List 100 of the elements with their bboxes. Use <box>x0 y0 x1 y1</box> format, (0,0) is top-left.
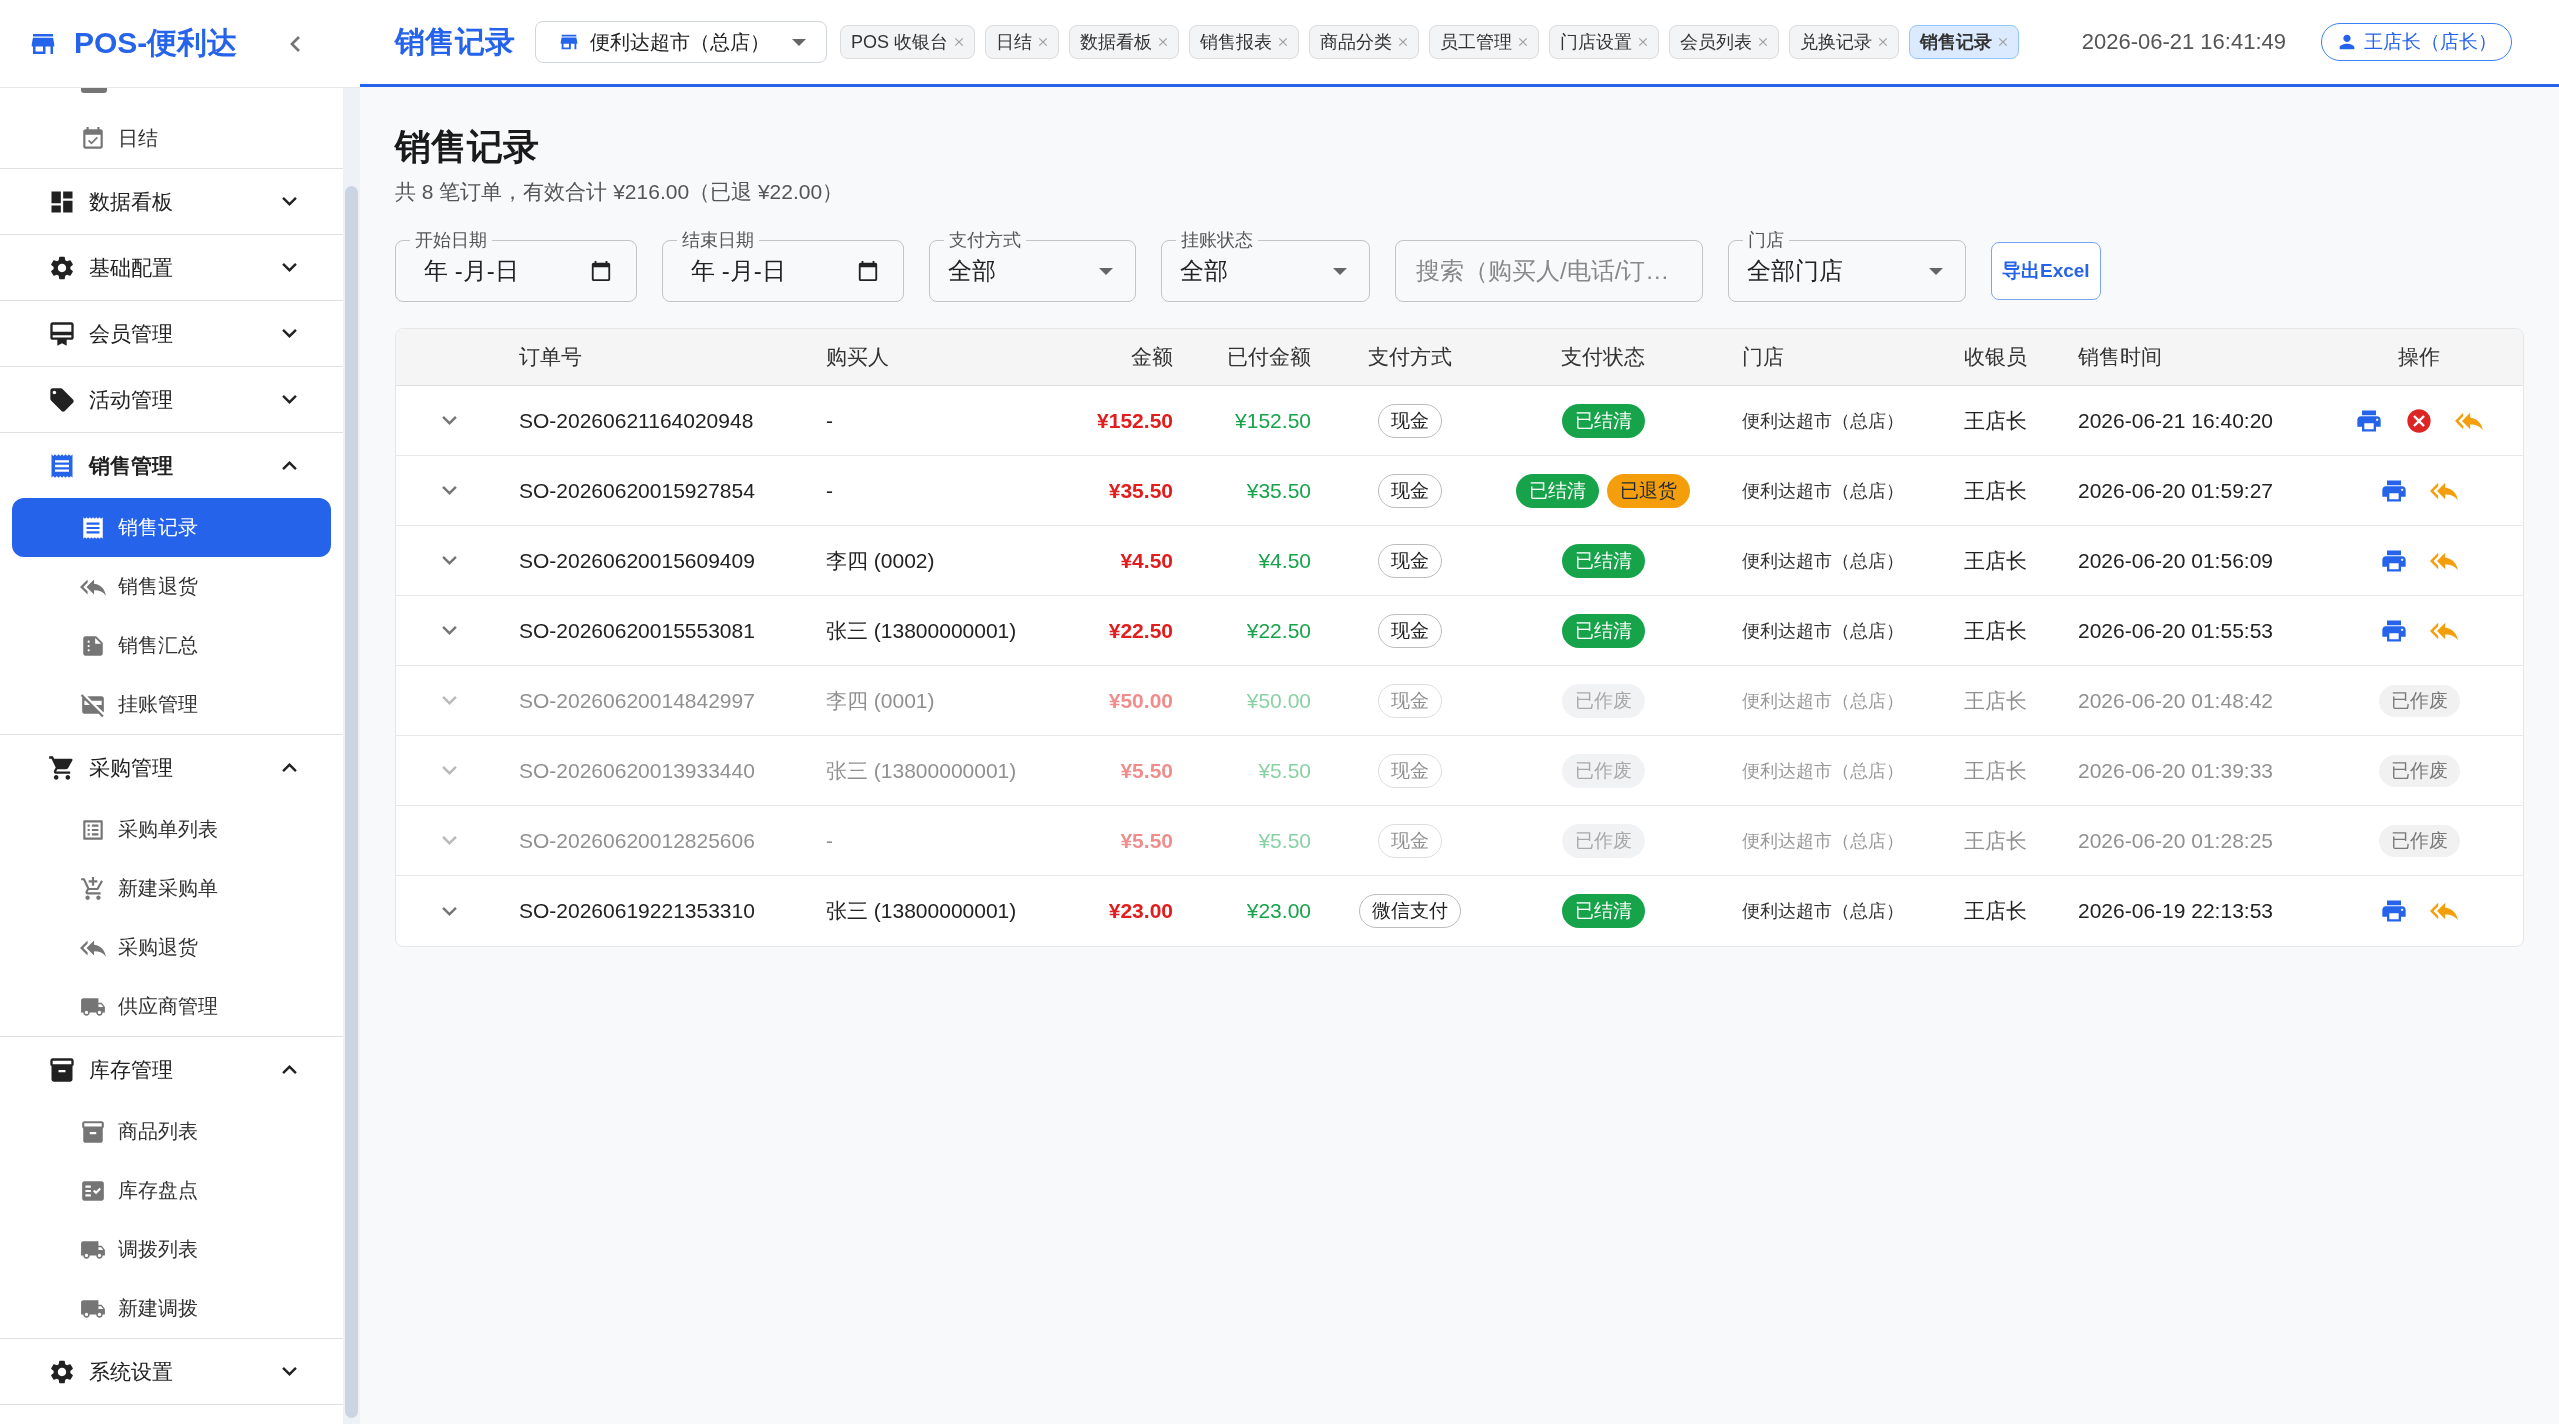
table-cell-text: 2026-06-20 01:56:09 <box>2077 548 2274 573</box>
sidebar-item[interactable]: 销售退货 <box>0 557 343 616</box>
table-cell-text: - <box>825 828 834 853</box>
table-cell-text: SO-20260621164020948 <box>518 408 755 433</box>
table-cell-text: 2026-06-20 01:28:25 <box>2077 828 2274 853</box>
chevron-down-icon[interactable] <box>282 263 297 272</box>
table-cell-text: 张三 (13800000001) <box>825 898 1018 924</box>
table-cell-text: 便利达超市（总店） <box>1741 409 1905 433</box>
column-header: 金额 <box>1130 344 1174 370</box>
chevron-down-icon[interactable] <box>282 395 297 404</box>
table-cell-text: 李四 (0001) <box>825 687 936 714</box>
sidebar-item[interactable]: 商品列表 <box>0 1102 343 1161</box>
sidebar-group[interactable]: 数据看板 <box>0 169 343 234</box>
calendar-icon <box>857 260 879 282</box>
scrollbar-thumb[interactable] <box>345 186 358 1418</box>
table-cell-text: - <box>825 408 834 433</box>
tab[interactable]: 销售记录 <box>1909 25 2019 59</box>
sidebar-group[interactable]: 库存管理 <box>0 1037 343 1102</box>
close-icon[interactable] <box>952 35 966 49</box>
close-icon[interactable] <box>1636 35 1650 49</box>
sidebar-item[interactable]: 销售记录 <box>12 498 331 557</box>
chevron-left-icon[interactable] <box>290 35 300 52</box>
sidebar-item[interactable]: 挂账管理 <box>0 675 343 734</box>
table-cell-text: 便利达超市（总店） <box>1741 829 1905 853</box>
status-badge: 已作废 <box>1561 753 1645 788</box>
close-icon[interactable] <box>1156 35 1170 49</box>
table-cell-text: SO-20260620012825606 <box>518 828 756 853</box>
close-icon[interactable] <box>1516 35 1530 49</box>
table-cell-text: ¥5.50 <box>1257 828 1312 853</box>
card-off-icon <box>80 691 106 718</box>
page-heading: 销售记录 <box>395 23 515 60</box>
column-header: 购买人 <box>825 344 890 370</box>
sidebar-group[interactable]: 活动管理 <box>0 367 343 432</box>
table-cell-text: ¥23.00 <box>1107 899 1174 923</box>
calendar-icon <box>590 260 612 282</box>
caret-icon <box>1929 267 1943 275</box>
close-icon[interactable] <box>1396 35 1410 49</box>
chevron-down-icon[interactable] <box>282 197 297 206</box>
sidebar-group[interactable]: 采购管理 <box>0 735 343 800</box>
close-icon[interactable] <box>1876 35 1890 49</box>
table-cell-text: - <box>825 478 834 503</box>
table-cell-text: ¥35.50 <box>1107 478 1174 503</box>
store-select[interactable]: 便利达超市（总店） <box>535 21 827 63</box>
archive-box-icon <box>80 1118 106 1145</box>
close-icon[interactable] <box>1756 35 1770 49</box>
chevron-up-icon[interactable] <box>282 763 297 772</box>
tab[interactable]: POS 收银台 <box>840 25 975 59</box>
sidebar-item[interactable]: 采购单列表 <box>0 800 343 859</box>
caret-icon <box>792 38 806 46</box>
table-cell-text: 便利达超市（总店） <box>1741 689 1905 713</box>
tab[interactable]: 会员列表 <box>1669 25 1779 59</box>
datetime: 2026-06-21 16:41:49 <box>2081 29 2286 55</box>
tab[interactable]: 门店设置 <box>1549 25 1659 59</box>
status-badge: 已结清 <box>1561 403 1645 438</box>
sidebar-group[interactable]: 销售管理 <box>0 433 343 498</box>
table-cell-text: 张三 (13800000001) <box>825 757 1018 784</box>
sidebar-group[interactable]: 会员管理 <box>0 301 343 366</box>
cancel-icon[interactable] <box>2405 406 2433 435</box>
tab[interactable]: 数据看板 <box>1069 25 1179 59</box>
chevron-down-icon[interactable] <box>282 1367 297 1376</box>
sidebar-group[interactable]: 系统设置 <box>0 1339 343 1404</box>
status-badge: 已结清 <box>1561 894 1645 928</box>
tab[interactable]: 员工管理 <box>1429 25 1539 59</box>
caret-icon <box>1099 267 1113 275</box>
table-cell-text: 2026-06-20 01:39:33 <box>2077 758 2274 783</box>
close-icon[interactable] <box>1276 35 1290 49</box>
sidebar-item[interactable]: 采购退货 <box>0 918 343 977</box>
sidebar-item[interactable]: 新建采购单 <box>0 859 343 918</box>
chevron-up-icon[interactable] <box>282 1065 297 1074</box>
search-field[interactable]: 搜索（购买人/电话/订… <box>1395 240 1703 302</box>
table-cell-text: 2026-06-20 01:59:27 <box>2077 478 2274 503</box>
close-icon[interactable] <box>1036 35 1050 49</box>
field-label: 支付方式 <box>944 229 1026 251</box>
tab[interactable]: 兑换记录 <box>1789 25 1899 59</box>
sidebar-item[interactable]: 销售汇总 <box>0 616 343 675</box>
table-cell-text: 张三 (13800000001) <box>825 617 1018 644</box>
table-cell-text: ¥50.00 <box>1107 688 1174 713</box>
table-cell-text: 便利达超市（总店） <box>1741 619 1905 643</box>
table-cell-text: 便利达超市（总店） <box>1741 549 1905 573</box>
chevron-down-icon[interactable] <box>282 329 297 338</box>
table-cell-text: 王店长 <box>1963 898 2028 924</box>
tab[interactable]: 销售报表 <box>1189 25 1299 59</box>
sidebar-item[interactable]: 新建调拨 <box>0 1279 343 1338</box>
sidebar-group[interactable]: 基础配置 <box>0 235 343 300</box>
status-badge: 已作废 <box>1561 683 1645 718</box>
sidebar-item[interactable]: 库存盘点 <box>0 1161 343 1220</box>
sidebar-item[interactable]: 供应商管理 <box>0 977 343 1036</box>
export-button[interactable]: 导出Excel <box>1991 242 2101 300</box>
table-cell-text: 2026-06-20 01:55:53 <box>2077 618 2274 643</box>
tab[interactable]: 日结 <box>985 25 1059 59</box>
table-cell-text: SO-20260620015927854 <box>518 478 756 503</box>
column-header: 收银员 <box>1963 344 2028 370</box>
sidebar-item[interactable]: 调拨列表 <box>0 1220 343 1279</box>
field-label: 开始日期 <box>410 229 492 251</box>
tab[interactable]: 商品分类 <box>1309 25 1419 59</box>
chevron-up-icon[interactable] <box>282 461 297 470</box>
table-cell-text: SO-20260620015553081 <box>518 618 756 643</box>
sidebar-item[interactable]: 日结 <box>0 109 343 168</box>
table-cell-text: 王店长 <box>1963 757 2028 784</box>
table-cell-text: 2026-06-20 01:48:42 <box>2077 688 2274 713</box>
